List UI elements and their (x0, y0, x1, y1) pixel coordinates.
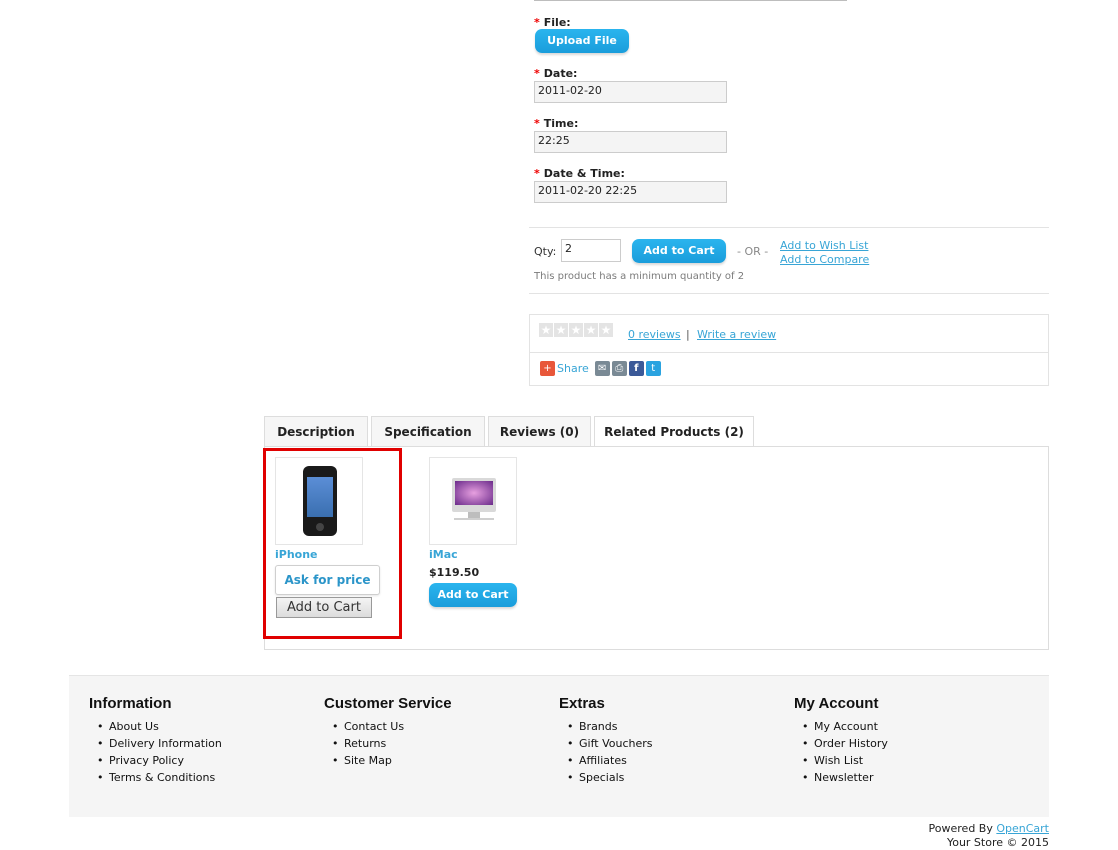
share-plus-icon[interactable]: + (540, 361, 555, 376)
imac-frame (452, 478, 496, 512)
footer-link-specials[interactable]: Specials (559, 769, 652, 786)
opencart-link[interactable]: OpenCart (996, 822, 1049, 835)
powered-by: Powered By OpenCart Your Store © 2015 (929, 822, 1049, 850)
footer-link-order-history[interactable]: Order History (794, 735, 888, 752)
footer-link-gift-vouchers[interactable]: Gift Vouchers (559, 735, 652, 752)
review-divider (530, 352, 1048, 353)
footer-column-extras: Extras Brands Gift Vouchers Affiliates S… (559, 695, 652, 786)
write-review-link[interactable]: Write a review (697, 328, 776, 341)
footer-link-privacy-policy[interactable]: Privacy Policy (89, 752, 222, 769)
footer-column-information: Information About Us Delivery Informatio… (89, 695, 222, 786)
footer-link-contact-us[interactable]: Contact Us (324, 718, 452, 735)
star-icon: ★ (554, 323, 568, 337)
imac-name-link[interactable]: iMac (429, 548, 458, 561)
star-icon: ★ (569, 323, 583, 337)
footer-link-affiliates[interactable]: Affiliates (559, 752, 652, 769)
rating-stars: ★ ★ ★ ★ ★ (539, 323, 614, 337)
highlight-box (263, 448, 402, 639)
imac-price: $119.50 (429, 566, 480, 579)
datetime-label: * Date & Time: (534, 167, 625, 180)
footer-link-my-account[interactable]: My Account (794, 718, 888, 735)
footer-link-brands[interactable]: Brands (559, 718, 652, 735)
footer-link-site-map[interactable]: Site Map (324, 752, 452, 769)
twitter-icon[interactable]: t (645, 361, 661, 376)
footer-link-about-us[interactable]: About Us (89, 718, 222, 735)
footer-link-newsletter[interactable]: Newsletter (794, 769, 888, 786)
footer: Information About Us Delivery Informatio… (69, 675, 1049, 817)
star-icon: ★ (599, 323, 613, 337)
cart-divider (529, 293, 1049, 294)
imac-base (454, 518, 494, 520)
reviews-link[interactable]: 0 reviews (628, 328, 681, 341)
upload-file-button[interactable]: Upload File (535, 29, 629, 53)
tab-description[interactable]: Description (264, 416, 368, 446)
review-separator: | (686, 328, 690, 341)
top-divider (534, 0, 847, 1)
share-link[interactable]: Share (557, 362, 589, 375)
footer-link-delivery-information[interactable]: Delivery Information (89, 735, 222, 752)
powered-by-text: Powered By (928, 822, 993, 835)
footer-link-returns[interactable]: Returns (324, 735, 452, 752)
share-bar: + Share ✉ ⎙ f t (540, 361, 663, 376)
add-to-compare-link[interactable]: Add to Compare (780, 253, 869, 266)
tab-related-products[interactable]: Related Products (2) (594, 416, 754, 447)
imac-add-to-cart-button[interactable]: Add to Cart (429, 583, 517, 607)
footer-column-customer-service: Customer Service Contact Us Returns Site… (324, 695, 452, 769)
footer-heading: My Account (794, 695, 879, 712)
footer-heading: Extras (559, 695, 605, 712)
facebook-icon[interactable]: f (628, 361, 644, 376)
email-icon[interactable]: ✉ (594, 361, 610, 376)
date-input[interactable]: 2011-02-20 (534, 81, 727, 103)
datetime-input[interactable]: 2011-02-20 22:25 (534, 181, 727, 203)
qty-input[interactable]: 2 (561, 239, 621, 262)
star-icon: ★ (584, 323, 598, 337)
footer-link-terms-conditions[interactable]: Terms & Conditions (89, 769, 222, 786)
footer-link-wish-list[interactable]: Wish List (794, 752, 888, 769)
tab-specification[interactable]: Specification (371, 416, 485, 446)
add-to-wishlist-link[interactable]: Add to Wish List (780, 239, 868, 252)
options-divider (529, 227, 1049, 228)
or-text: - OR - (737, 245, 769, 258)
time-input[interactable]: 22:25 (534, 131, 727, 153)
time-label: * Time: (534, 117, 579, 130)
add-to-cart-button[interactable]: Add to Cart (632, 239, 726, 263)
qty-label: Qty: (534, 245, 557, 258)
review-box: ★ ★ ★ ★ ★ 0 reviews | Write a review + Share ✉… (529, 314, 1049, 386)
imac-screen (455, 481, 493, 505)
footer-heading: Information (89, 695, 172, 712)
print-icon[interactable]: ⎙ (611, 361, 627, 376)
footer-heading: Customer Service (324, 695, 452, 712)
footer-column-my-account: My Account My Account Order History Wish… (794, 695, 888, 786)
tab-reviews[interactable]: Reviews (0) (488, 416, 591, 446)
imac-image[interactable] (429, 457, 517, 545)
copyright: Your Store © 2015 (946, 836, 1049, 849)
minimum-quantity-note: This product has a minimum quantity of 2 (534, 271, 745, 282)
star-icon: ★ (539, 323, 553, 337)
date-label: * Date: (534, 67, 578, 80)
file-label: * File: (534, 16, 571, 29)
